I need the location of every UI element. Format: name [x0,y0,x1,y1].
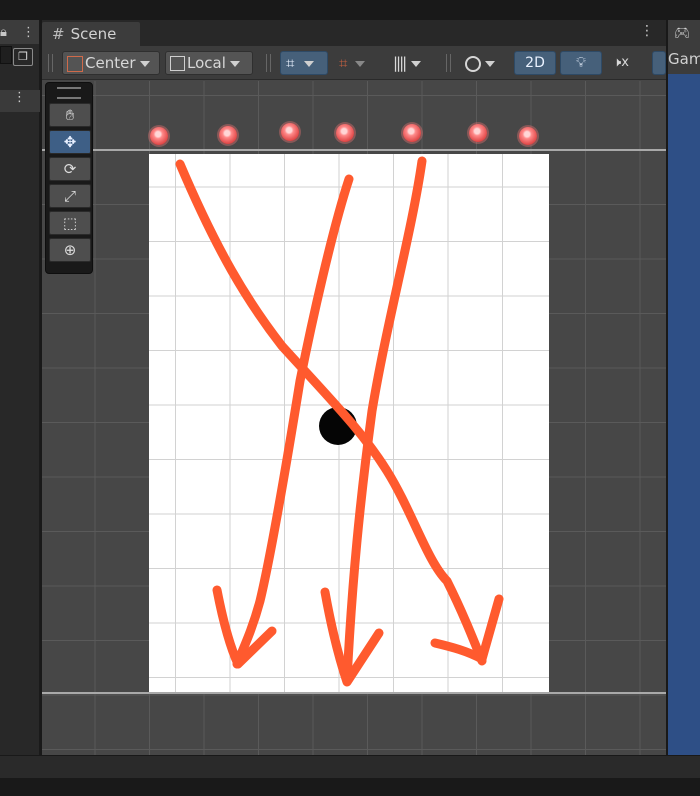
spawn-marker[interactable] [150,127,168,145]
audio-mute-button[interactable]: 🕨︎x [608,51,648,75]
cube-icon [170,56,185,71]
move-tool-icon[interactable]: ✥ [49,130,91,154]
spawn-marker[interactable] [469,124,487,142]
chevron-down-icon [355,60,366,67]
chevron-down-icon [485,60,495,67]
hierarchy-pane: 🔒︎ ⋮ ❐ ⋮ [0,20,40,755]
space-label: Local [187,54,226,72]
toolbar-grip [48,54,53,72]
pivot-label: Center [85,54,136,72]
space-dropdown[interactable]: Local [165,51,253,75]
scene-tab-bar: # Scene ⋮ [42,20,666,46]
palette-drag-handle[interactable] [57,87,81,99]
scene-toolbar: Center Local ⌗ ⌗ |||| 2D 💡︎ 🕨︎x [42,46,666,80]
hand-tool-icon[interactable]: ✋︎ [49,103,91,127]
chevron-down-icon [304,60,315,67]
draw-mode-icon [465,55,481,72]
increment-snap-button[interactable]: ⌗ [334,51,380,75]
game-window: 🎮︎ Gam [668,20,700,755]
maximize-toggle-button[interactable]: ❐ [13,48,33,66]
status-bar [0,756,700,778]
spawn-marker[interactable] [281,123,299,141]
spawn-marker[interactable] [519,127,537,145]
draw-mode-dropdown[interactable] [460,51,506,75]
hash-icon: # [52,25,65,43]
pivot-center-icon [67,55,83,72]
camera-bounds-top [42,149,666,151]
ball-object[interactable] [319,407,357,445]
hierarchy-search-input[interactable] [0,46,12,64]
camera-bounds-bottom [42,692,666,694]
tool-palette: ✋︎ ✥ ⟳ ⤢ ⬚ ⊕ [45,82,93,274]
gizmos-icon: |||| [393,54,407,72]
spawn-marker[interactable] [336,124,354,142]
tab-game-label: Gam [668,50,700,68]
rotate-tool-icon[interactable]: ⟳ [49,157,91,181]
toolbar-grip [266,54,271,72]
hierarchy-options-icon[interactable]: ⋮ [0,90,40,112]
chevron-down-icon [411,60,422,67]
grid-snap-button[interactable]: ⌗ [280,51,328,75]
mode-2d-button[interactable]: 2D [514,51,556,75]
chevron-down-icon [229,60,240,67]
hierarchy-header: 🔒︎ ⋮ [0,20,39,44]
scene-window: # Scene ⋮ Center Local ⌗ ⌗ |||| 2D 💡︎ 🕨︎… [42,20,666,755]
scale-tool-icon[interactable]: ⤢ [49,184,91,208]
tab-menu-icon[interactable]: ⋮ [640,23,654,39]
tab-scene-label: Scene [70,25,117,43]
lock-icon[interactable]: 🔒︎ [0,25,7,40]
spawn-marker[interactable] [403,124,421,142]
gamepad-icon: 🎮︎ [674,26,691,41]
tab-scene[interactable]: # Scene [42,22,140,46]
scene-viewport[interactable]: ✋︎ ✥ ⟳ ⤢ ⬚ ⊕ [42,81,666,755]
lighting-icon: 💡︎ [576,55,586,71]
grid-snap-icon: ⌗ [286,54,295,72]
gizmos-button[interactable]: |||| [388,51,434,75]
unity-editor: 🔒︎ ⋮ ❐ ⋮ # Scene ⋮ Center Local ⌗ ⌗ ||||… [0,0,700,796]
toolbar-grip [446,54,451,72]
mode-2d-label: 2D [525,55,545,71]
chevron-down-icon [139,60,150,67]
transform-tool-icon[interactable]: ⊕ [49,238,91,262]
tab-game[interactable]: 🎮︎ Gam [668,20,700,74]
lighting-button[interactable]: 💡︎ [560,51,602,75]
audio-mute-icon: 🕨︎x [613,55,629,70]
increment-snap-icon: ⌗ [339,54,348,72]
pivot-dropdown[interactable]: Center [62,51,160,75]
rect-tool-icon[interactable]: ⬚ [49,211,91,235]
spawn-marker[interactable] [219,126,237,144]
more-menu-icon[interactable]: ⋮ [22,25,35,40]
effects-button[interactable] [652,51,666,75]
